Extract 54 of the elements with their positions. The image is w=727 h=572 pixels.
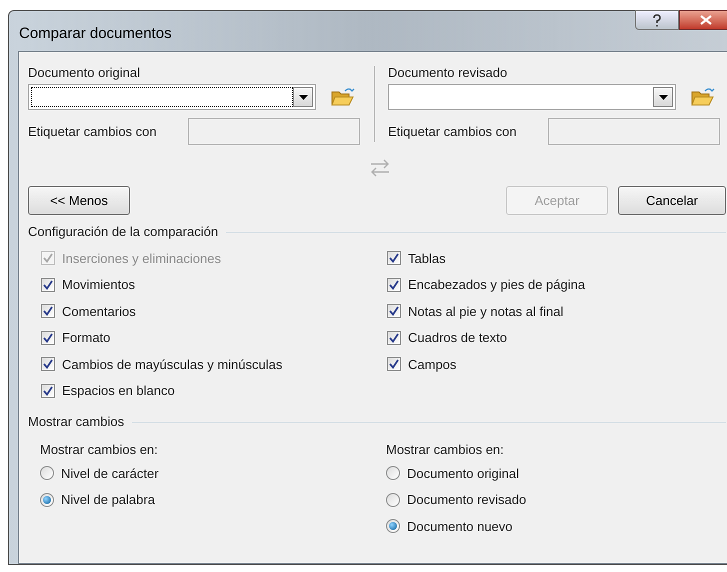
radio-label: Documento nuevo: [407, 518, 513, 536]
checkbox[interactable]: [387, 278, 401, 292]
radio-button[interactable]: [40, 492, 54, 507]
radio-button[interactable]: [386, 466, 400, 480]
checkbox-label: Formato: [62, 329, 110, 347]
group-label: Mostrar cambios en:: [386, 441, 505, 459]
checkbox[interactable]: [387, 330, 401, 345]
field-label: Documento original: [28, 64, 142, 82]
checkbox[interactable]: [41, 330, 55, 345]
caret-icon: [298, 94, 308, 100]
help-icon: [652, 14, 662, 26]
group-label: Mostrar cambios en:: [40, 441, 159, 459]
tag-input-field[interactable]: [188, 118, 360, 145]
checkbox[interactable]: [387, 304, 401, 318]
checkbox-label: Espacios en blanco: [62, 382, 175, 400]
checkbox[interactable]: [41, 357, 55, 372]
section-title: Configuración de la comparación: [28, 223, 218, 242]
checkbox-label: Cuadros de texto: [408, 329, 508, 347]
section-title: Mostrar cambios: [28, 413, 124, 432]
checkbox[interactable]: [41, 304, 55, 318]
checkbox-label: Comentarios: [62, 302, 136, 320]
help-button[interactable]: [635, 10, 679, 30]
caret-icon: [658, 94, 668, 100]
radio-button[interactable]: [40, 466, 54, 480]
checkbox[interactable]: [387, 357, 401, 372]
folder-icon[interactable]: [331, 87, 355, 107]
tag-input-field[interactable]: [548, 118, 720, 145]
radio-label: Documento original: [407, 464, 520, 483]
checkbox-label: Cambios de mayúsculas y minúsculas: [62, 356, 282, 374]
close-button[interactable]: [679, 10, 727, 30]
field-label: Etiquetar cambios con: [388, 122, 518, 141]
checkbox[interactable]: [41, 278, 55, 292]
field-label: Documento revisado: [388, 64, 508, 82]
checkbox-label: Encabezados y pies de página: [408, 276, 586, 294]
radio-label: Documento revisado: [407, 491, 526, 509]
field-label: Etiquetar cambios con: [28, 122, 158, 141]
checkbox-label: Notas al pie y notas al final: [408, 302, 564, 321]
dialog-button[interactable]: Cancelar: [618, 186, 726, 215]
checkbox-label: Movimientos: [62, 276, 135, 294]
checkbox-label: Tablas: [408, 250, 446, 268]
radio-label: Nivel de palabra: [61, 491, 155, 509]
folder-icon[interactable]: [691, 87, 715, 107]
radio-button[interactable]: [386, 492, 400, 507]
checkbox[interactable]: [387, 251, 401, 266]
checkbox-label: Inserciones y eliminaciones: [62, 250, 221, 268]
close-icon: [700, 15, 712, 25]
radio-button[interactable]: [386, 519, 400, 534]
document-dropdown[interactable]: [28, 84, 316, 110]
checkbox-label: Campos: [408, 356, 456, 374]
window-title: Comparar documentos: [19, 24, 172, 44]
radio-label: Nivel de carácter: [61, 464, 159, 482]
dialog-button[interactable]: << Menos: [28, 186, 130, 215]
swap-icon: [369, 159, 391, 177]
checkbox[interactable]: [41, 384, 55, 398]
